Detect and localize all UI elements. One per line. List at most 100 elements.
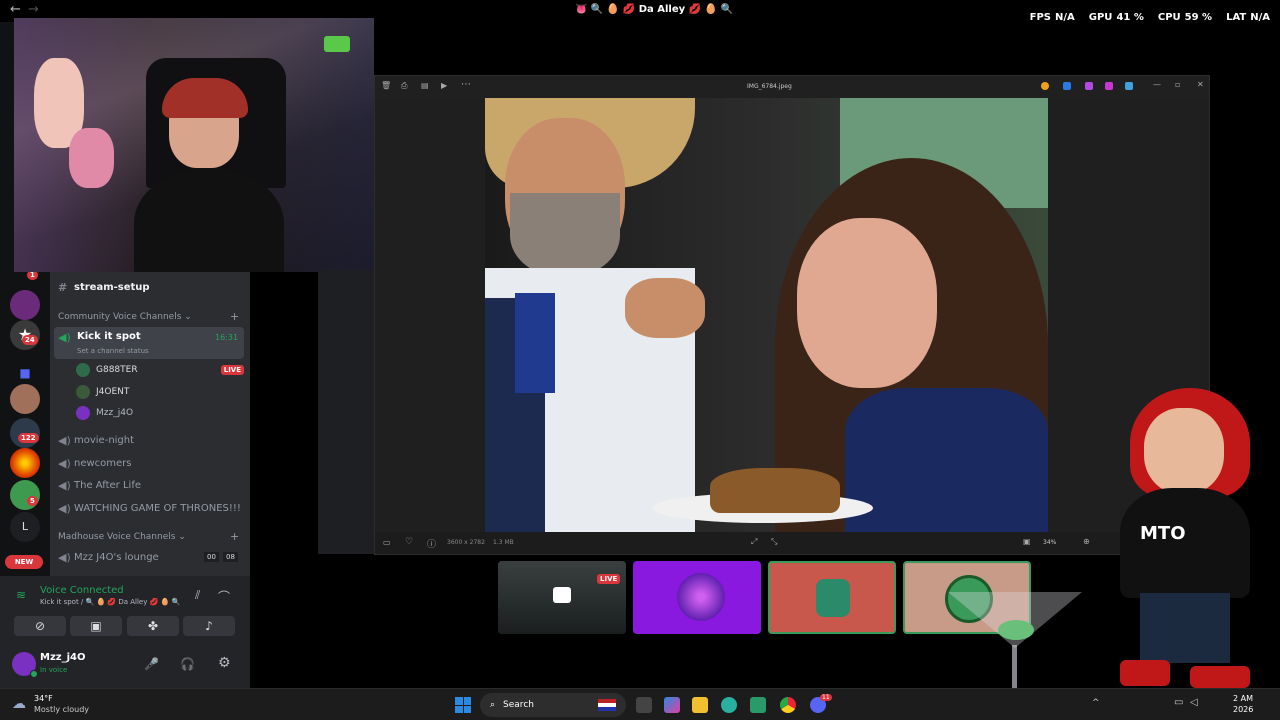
character-face: [1144, 408, 1224, 494]
activities-button[interactable]: ✤: [127, 616, 179, 636]
channel-stream-setup[interactable]: # stream-setup: [58, 276, 244, 298]
disconnect-icon[interactable]: ⌒: [218, 588, 230, 605]
settings-gear-icon[interactable]: ⚙: [218, 655, 231, 671]
app-icon[interactable]: [1105, 82, 1113, 90]
character-overlay: MTO: [1120, 388, 1250, 688]
clock-time[interactable]: 2 AM: [1233, 694, 1253, 703]
add-channel-icon[interactable]: +: [230, 530, 239, 543]
screen-share-button[interactable]: ▣: [70, 616, 122, 636]
zoom-fit-icon[interactable]: ▣: [1023, 537, 1031, 546]
stream-tile[interactable]: [768, 561, 896, 634]
voice-user[interactable]: Mzz_j4O: [76, 403, 133, 423]
red-sneaker: [1120, 660, 1170, 686]
network-icon[interactable]: ▭: [1174, 697, 1183, 708]
user-name: Mzz_j4O: [40, 652, 86, 663]
start-button[interactable]: [455, 697, 471, 713]
cloud-icon[interactable]: [1125, 82, 1133, 90]
stat-fps: FPS N/A: [1029, 12, 1075, 23]
server-icon[interactable]: [10, 448, 40, 478]
fit-icon[interactable]: ⤡: [771, 537, 777, 547]
hash-icon: #: [58, 280, 68, 294]
more-icon[interactable]: ⋯: [461, 79, 471, 90]
soundboard-button[interactable]: ♪: [183, 616, 235, 636]
server-badge: 122: [18, 433, 39, 443]
server-icon[interactable]: [10, 384, 40, 414]
noise-suppression-icon[interactable]: ⫽: [195, 588, 200, 603]
avatar: [76, 406, 90, 420]
volume-icon[interactable]: ◁: [1190, 697, 1198, 708]
weather-desc[interactable]: Mostly cloudy: [34, 705, 89, 714]
print-icon[interactable]: ⎙: [401, 81, 407, 91]
taskbar-search[interactable]: ⌕ Search: [480, 693, 626, 717]
cake-slice: [710, 468, 840, 513]
stat-gpu: GPU 41 %: [1088, 12, 1144, 23]
copilot-icon[interactable]: [664, 697, 680, 713]
minimize-icon[interactable]: —: [1153, 80, 1161, 89]
channel-newcomers[interactable]: ◀) newcomers: [58, 452, 244, 474]
channel-kick-it-spot[interactable]: ◀) Kick it spot 16:31 Set a channel stat…: [54, 327, 244, 359]
new-badge[interactable]: NEW: [5, 555, 43, 569]
close-icon[interactable]: ✕: [1197, 80, 1204, 89]
viewer-toolbar: 🗑 ⎙ ▤ ▶ ⋯ IMG_6784.jpeg — ▫ ✕: [375, 76, 1209, 98]
app-icon[interactable]: [750, 697, 766, 713]
app-icon[interactable]: [1041, 82, 1049, 90]
forward-arrow-icon[interactable]: →: [28, 2, 39, 17]
camera-button[interactable]: ⊘: [14, 616, 66, 636]
server-letter[interactable]: L: [10, 512, 40, 542]
voice-user[interactable]: G888TER LIVE: [76, 360, 244, 380]
speaker-icon: ◀): [58, 550, 71, 564]
category-madhouse[interactable]: Madhouse Voice Channels ⌄: [58, 532, 186, 542]
server-icon[interactable]: [10, 290, 40, 320]
tray-chevron-icon[interactable]: ^: [1092, 698, 1100, 708]
plush-toy: [69, 128, 114, 188]
delete-icon[interactable]: 🗑: [381, 81, 391, 90]
live-badge: LIVE: [220, 365, 244, 375]
maximize-icon[interactable]: ▫: [1175, 80, 1180, 89]
add-channel-icon[interactable]: +: [230, 310, 239, 323]
weather-cloud-icon[interactable]: ☁: [12, 696, 26, 712]
edge-icon[interactable]: [721, 697, 737, 713]
filmstrip-icon[interactable]: ▭: [383, 538, 391, 547]
fullscreen-icon[interactable]: ⤢: [751, 537, 757, 547]
clock-date[interactable]: 2026: [1233, 705, 1253, 714]
webcam-overlay: [14, 18, 374, 272]
stream-tile[interactable]: LIVE: [498, 561, 626, 634]
flag-icon: [598, 699, 616, 711]
discord-badge: 11: [820, 694, 832, 701]
app-icon[interactable]: [1063, 82, 1071, 90]
file-explorer-icon[interactable]: [692, 697, 708, 713]
channel-got[interactable]: ◀) WATCHING GAME OF THRONES!!!: [58, 497, 244, 519]
voice-timer: 16:31: [215, 333, 239, 342]
headphones-icon[interactable]: 🎧: [180, 657, 195, 671]
signal-icon[interactable]: ≋: [16, 588, 26, 602]
back-arrow-icon[interactable]: ←: [10, 2, 21, 17]
slideshow-icon[interactable]: ▤: [421, 81, 429, 90]
speaker-icon: ◀): [58, 478, 71, 492]
channel-status-input[interactable]: Set a channel status: [77, 347, 149, 355]
heart-icon[interactable]: ♡: [405, 537, 413, 547]
video-icon[interactable]: ▶: [441, 81, 447, 90]
chrome-icon[interactable]: [780, 697, 796, 713]
channel-after-life[interactable]: ◀) The After Life: [58, 474, 244, 496]
zoom-in-icon[interactable]: ⊕: [1083, 537, 1090, 546]
soundboard-icon: ♪: [205, 619, 213, 633]
stat-lat: LAT N/A: [1226, 12, 1270, 23]
voice-user[interactable]: J4OENT: [76, 382, 129, 402]
windows-taskbar: ☁ 34°F Mostly cloudy ⌕ Search 11 ^ ▭ ◁ 2…: [0, 688, 1280, 720]
hoodie-text: MTO: [1140, 523, 1186, 544]
info-icon[interactable]: ⓘ: [427, 537, 436, 550]
app-icon[interactable]: [1085, 82, 1093, 90]
channel-movie-night[interactable]: ◀) movie-night: [58, 429, 244, 451]
image-dimensions: 3600 x 2782: [447, 539, 485, 546]
voice-connected-status[interactable]: Voice Connected: [40, 585, 124, 596]
weather-temp[interactable]: 34°F: [34, 694, 53, 703]
category-community[interactable]: Community Voice Channels ⌄: [58, 312, 192, 322]
file-name: IMG_6784.jpeg: [747, 83, 792, 90]
zoom-level[interactable]: 34%: [1043, 539, 1056, 546]
man-hand: [625, 278, 705, 338]
microphone-icon[interactable]: 🎤: [144, 657, 159, 671]
stream-tile[interactable]: [633, 561, 761, 634]
viewer-statusbar: ▭ ♡ ⓘ 3600 x 2782 1.3 MB ⤢ ⤡ ▣ 34% ⊕: [375, 532, 1209, 554]
task-view-icon[interactable]: [636, 697, 652, 713]
server-icon[interactable]: [10, 480, 40, 510]
